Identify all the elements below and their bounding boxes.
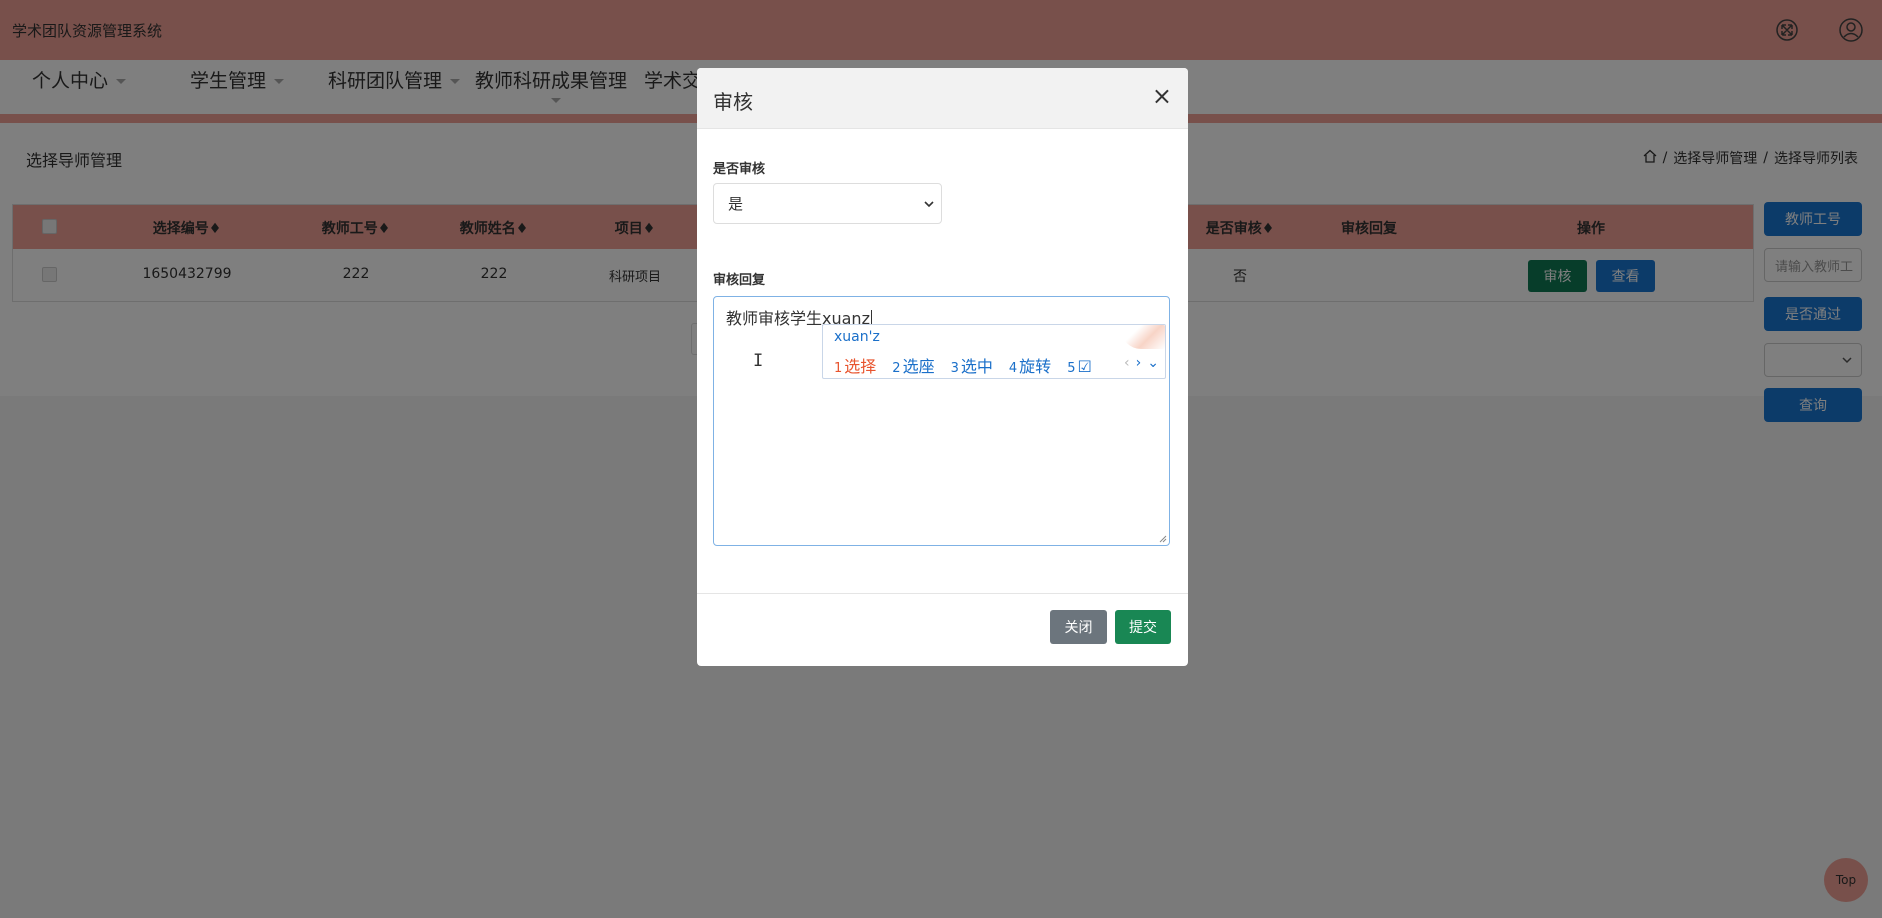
ime-next-icon[interactable]: › (1136, 355, 1142, 371)
ime-prev-icon[interactable]: ‹ (1124, 355, 1130, 371)
submit-button[interactable]: 提交 (1115, 610, 1171, 644)
ime-candidate[interactable]: 5 ☑ (1067, 357, 1092, 376)
ime-candidate[interactable]: 1 选择 (834, 353, 876, 377)
text-cursor-icon: I (753, 351, 764, 371)
review-reply-label: 审核回复 (713, 273, 766, 288)
close-button[interactable]: 关闭 (1050, 610, 1107, 644)
modal-header: 审核 × (697, 68, 1188, 129)
ime-candidate[interactable]: 3 选中 (951, 353, 993, 377)
ime-candidate-list: 1 选择 2 选座 3 选中 4 旋转 5 ☑ (834, 353, 1092, 377)
ime-pager: ‹ › ⌄ (1124, 355, 1159, 371)
resize-handle-icon[interactable] (1157, 533, 1167, 543)
review-status-value: 是 (728, 195, 744, 213)
ime-candidate[interactable]: 2 选座 (892, 353, 934, 377)
ime-candidate-window: xuan'z 1 选择 2 选座 3 选中 4 旋转 5 ☑ ‹ › ⌄ (822, 324, 1166, 379)
modal-footer-divider (697, 593, 1188, 594)
ime-candidate[interactable]: 4 旋转 (1009, 353, 1051, 377)
review-status-label: 是否审核 (713, 162, 766, 177)
chevron-down-icon (924, 201, 934, 208)
ime-skin-decoration (1121, 325, 1165, 349)
modal-title: 审核 (713, 90, 753, 114)
review-status-select[interactable]: 是 (713, 183, 942, 224)
ime-composition: xuan'z (834, 329, 880, 345)
ime-expand-icon[interactable]: ⌄ (1147, 355, 1159, 371)
close-icon[interactable]: × (1152, 82, 1172, 110)
